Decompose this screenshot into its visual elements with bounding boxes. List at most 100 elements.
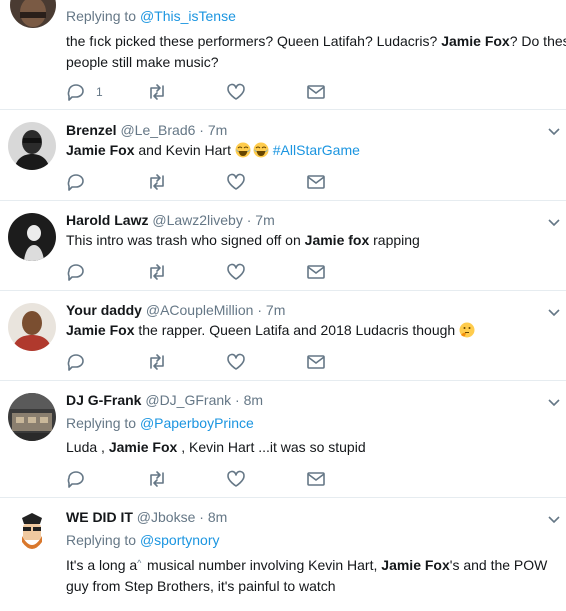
reply-to-link[interactable]: @PaperboyPrince: [140, 415, 254, 431]
avatar[interactable]: [8, 303, 56, 351]
timestamp[interactable]: 8m: [244, 392, 263, 408]
tweet[interactable]: Harold Lawz @Lawz2liveby · 7m This intro…: [0, 201, 566, 291]
timestamp[interactable]: 7m: [208, 122, 227, 138]
like-button[interactable]: [226, 469, 246, 489]
display-name[interactable]: Your daddy: [66, 302, 142, 318]
reply-to-link[interactable]: @sportynory: [140, 532, 220, 548]
replying-to: Replying to @This_isTense: [66, 7, 566, 25]
retweet-button[interactable]: [146, 352, 168, 372]
dm-button[interactable]: [306, 469, 326, 489]
display-name[interactable]: Brenzel: [66, 122, 117, 138]
avatar[interactable]: [8, 122, 56, 170]
text-part: and Kevin Hart: [134, 142, 235, 158]
avatar[interactable]: [8, 393, 56, 441]
tweet-actions: [66, 172, 346, 192]
reply-label: Replying to: [66, 415, 140, 431]
timestamp[interactable]: 7m: [266, 302, 285, 318]
reply-icon: [67, 84, 84, 101]
tweet-text: Jamie Fox and Kevin Hart #AllStarGame: [66, 140, 566, 161]
reply-button[interactable]: [66, 262, 86, 282]
tweet[interactable]: WE DID IT @Jbokse · 8m Replying to @spor…: [0, 498, 566, 611]
reply-to-link[interactable]: @This_isTense: [140, 8, 236, 24]
tweet[interactable]: DJ G-Frank @DJ_GFrank · 8m Replying to @…: [0, 381, 566, 498]
display-name[interactable]: Harold Lawz: [66, 212, 148, 228]
user-handle[interactable]: @Lawz2liveby: [152, 212, 242, 228]
text-part: , Kevin Hart ...it was so stupid: [177, 439, 366, 455]
replying-to: Replying to @sportynory: [66, 531, 566, 549]
tweet[interactable]: Brenzel @Le_Brad6 · 7m Jamie Fox and Kev…: [0, 110, 566, 201]
reply-icon: [67, 264, 84, 281]
tweet-text: Luda , Jamie Fox , Kevin Hart ...it was …: [66, 437, 566, 458]
timestamp[interactable]: 8m: [208, 509, 227, 525]
reply-button[interactable]: [66, 172, 86, 192]
heart-icon: [227, 353, 245, 370]
envelope-icon: [307, 472, 325, 486]
envelope-icon: [307, 175, 325, 189]
tweet[interactable]: Replying to @This_isTense the fıck picke…: [0, 0, 566, 110]
tweet[interactable]: Your daddy @ACoupleMillion · 7m Jamie Fo…: [0, 291, 566, 381]
display-name[interactable]: WE DID IT: [66, 509, 133, 525]
avatar[interactable]: [8, 510, 56, 558]
envelope-icon: [307, 355, 325, 369]
retweet-button[interactable]: [146, 172, 168, 192]
user-handle[interactable]: @ACoupleMillion: [146, 302, 254, 318]
like-button[interactable]: [226, 262, 246, 282]
tweet-text: the fıck picked these performers? Queen …: [66, 31, 566, 52]
highlight: Jamie Fox: [66, 142, 135, 158]
redacted-char: ı: [93, 33, 98, 49]
tweet-text: Jamie Fox the rapper. Queen Latifa and 2…: [66, 320, 566, 341]
user-handle[interactable]: @Le_Brad6: [120, 122, 195, 138]
tweet-actions: [66, 352, 346, 372]
retweet-button[interactable]: [146, 262, 168, 282]
reply-label: Replying to: [66, 532, 140, 548]
like-button[interactable]: [226, 172, 246, 192]
avatar[interactable]: [10, 0, 56, 28]
laughing-emoji-icon: [235, 142, 251, 158]
dm-button[interactable]: [306, 262, 326, 282]
tweet-text-line: guy from Step Brothers, it's painful to …: [66, 578, 336, 594]
tweet-text-line: people still make music?: [66, 54, 219, 70]
user-handle[interactable]: @Jbokse: [137, 509, 196, 525]
retweet-icon: [150, 174, 164, 190]
reply-icon: [67, 471, 84, 488]
tweet-text: It's a long a^ musical number involving …: [66, 553, 566, 576]
hashtag-link[interactable]: #AllStarGame: [273, 142, 360, 158]
reply-button[interactable]: [66, 469, 86, 489]
avatar-image: [8, 510, 56, 558]
user-handle[interactable]: @DJ_GFrank: [145, 392, 231, 408]
replying-to: Replying to @PaperboyPrince: [66, 414, 566, 432]
tweet-actions: 1: [66, 82, 346, 102]
laughing-emoji-icon: [253, 142, 269, 158]
dm-button[interactable]: [306, 172, 326, 192]
retweet-button[interactable]: [146, 469, 168, 489]
retweet-button[interactable]: [146, 82, 168, 102]
retweet-icon: [150, 84, 164, 100]
reply-button[interactable]: [66, 352, 86, 372]
dm-button[interactable]: [306, 82, 326, 102]
display-name[interactable]: DJ G-Frank: [66, 392, 141, 408]
heart-icon: [227, 470, 245, 487]
retweet-icon: [150, 354, 164, 370]
separator: ·: [231, 392, 244, 408]
highlight: Jamie Fox: [66, 322, 135, 338]
reply-button[interactable]: 1: [66, 82, 103, 102]
envelope-icon: [307, 85, 325, 99]
tweet-header: Harold Lawz @Lawz2liveby · 7m: [66, 211, 566, 229]
dm-button[interactable]: [306, 352, 326, 372]
retweet-icon: [150, 264, 164, 280]
separator: ·: [242, 212, 256, 228]
like-button[interactable]: [226, 352, 246, 372]
text-part: ? Do these: [509, 33, 566, 49]
reply-icon: [67, 354, 84, 371]
reply-icon: [67, 174, 84, 191]
avatar[interactable]: [8, 213, 56, 261]
retweet-icon: [150, 471, 164, 487]
timestamp[interactable]: 7m: [255, 212, 274, 228]
text-part: 's and the POW: [449, 557, 548, 573]
thinking-emoji-icon: [459, 322, 475, 338]
separator: ·: [195, 122, 208, 138]
heart-icon: [227, 263, 245, 280]
text-part: Luda ,: [66, 439, 109, 455]
like-button[interactable]: [226, 82, 246, 102]
reply-label: Replying to: [66, 8, 140, 24]
